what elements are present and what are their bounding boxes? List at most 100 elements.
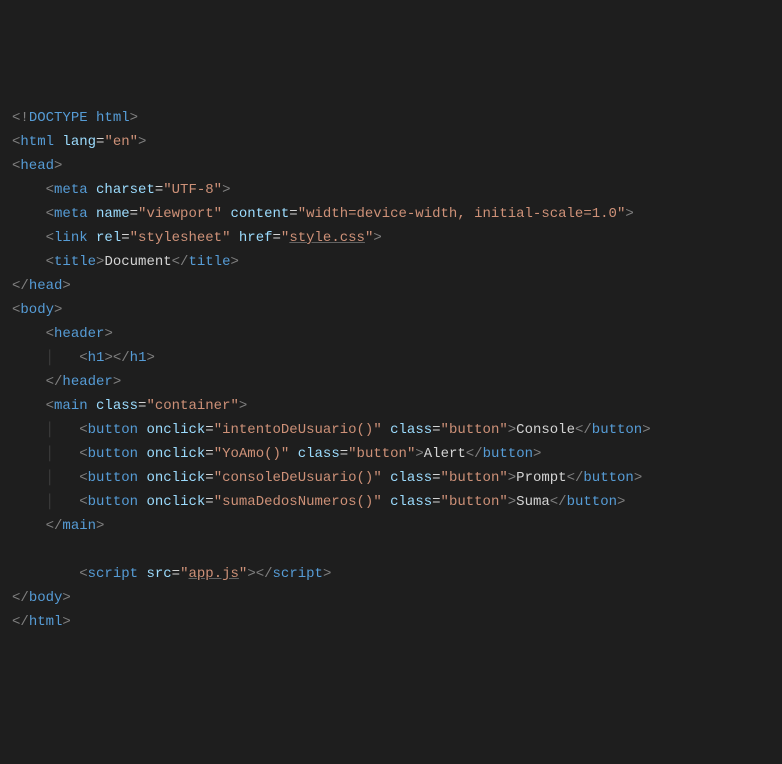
token: < xyxy=(46,182,54,198)
token: = xyxy=(205,494,213,510)
token: "container" xyxy=(146,398,238,414)
code-line[interactable]: <body> xyxy=(12,298,770,322)
token: name xyxy=(96,206,130,222)
code-line[interactable]: │ <button onclick="sumaDedosNumeros()" c… xyxy=(12,490,770,514)
token: onclick xyxy=(146,494,205,510)
code-line[interactable]: │ <button onclick="intentoDeUsuario()" c… xyxy=(12,418,770,442)
token: Prompt xyxy=(516,470,566,486)
token xyxy=(88,206,96,222)
token: header xyxy=(62,374,112,390)
token: body xyxy=(20,302,54,318)
token: "stylesheet" xyxy=(130,230,231,246)
code-line[interactable]: </html> xyxy=(12,610,770,634)
token: = xyxy=(432,470,440,486)
token: > xyxy=(323,566,331,582)
token: </ xyxy=(46,374,63,390)
token: class xyxy=(390,422,432,438)
token: head xyxy=(29,278,63,294)
code-line[interactable]: <title>Document</title> xyxy=(12,250,770,274)
token xyxy=(12,542,20,558)
token: = xyxy=(155,182,163,198)
token: "consoleDeUsuario()" xyxy=(214,470,382,486)
code-line[interactable]: </body> xyxy=(12,586,770,610)
token: content xyxy=(230,206,289,222)
token: onclick xyxy=(146,446,205,462)
code-line[interactable]: <link rel="stylesheet" href="style.css"> xyxy=(12,226,770,250)
token xyxy=(382,494,390,510)
token xyxy=(88,230,96,246)
token: </ xyxy=(567,470,584,486)
token: > xyxy=(642,422,650,438)
token: main xyxy=(62,518,96,534)
token: > xyxy=(54,158,62,174)
token: "button" xyxy=(441,470,508,486)
token: app.js xyxy=(188,566,238,582)
code-line[interactable]: <!DOCTYPE html> xyxy=(12,106,770,130)
code-line[interactable]: </main> xyxy=(12,514,770,538)
token: button xyxy=(88,446,138,462)
token: onclick xyxy=(146,470,205,486)
token: meta xyxy=(54,206,88,222)
token: meta xyxy=(54,182,88,198)
token: "button" xyxy=(348,446,415,462)
code-line[interactable] xyxy=(12,538,770,562)
code-line[interactable]: <html lang="en"> xyxy=(12,130,770,154)
token: > xyxy=(146,350,154,366)
token: head xyxy=(20,158,54,174)
token: = xyxy=(130,206,138,222)
token: = xyxy=(340,446,348,462)
token: > xyxy=(130,110,138,126)
token: "en" xyxy=(104,134,138,150)
token: > xyxy=(104,326,112,342)
token: ></ xyxy=(247,566,272,582)
code-line[interactable]: <script src="app.js"></script> xyxy=(12,562,770,586)
token: href xyxy=(239,230,273,246)
token xyxy=(382,470,390,486)
token: button xyxy=(88,494,138,510)
token: = xyxy=(172,566,180,582)
code-line[interactable]: │ <button onclick="YoAmo()" class="butto… xyxy=(12,442,770,466)
token: < xyxy=(46,206,54,222)
token: </ xyxy=(46,518,63,534)
token: main xyxy=(54,398,88,414)
token: "width=device-width, initial-scale=1.0" xyxy=(298,206,626,222)
code-line[interactable]: <header> xyxy=(12,322,770,346)
token: </ xyxy=(12,590,29,606)
token: = xyxy=(273,230,281,246)
token: <! xyxy=(12,110,29,126)
token: < xyxy=(79,470,87,486)
code-line[interactable]: │ <button onclick="consoleDeUsuario()" c… xyxy=(12,466,770,490)
code-line[interactable]: <main class="container"> xyxy=(12,394,770,418)
token: > xyxy=(508,494,516,510)
token: > xyxy=(62,278,70,294)
code-line[interactable]: </head> xyxy=(12,274,770,298)
token: < xyxy=(46,326,54,342)
token: = xyxy=(121,230,129,246)
token: > xyxy=(138,134,146,150)
token: Console xyxy=(516,422,575,438)
token: script xyxy=(273,566,323,582)
code-line[interactable]: │ <h1></h1> xyxy=(12,346,770,370)
token: script xyxy=(88,566,138,582)
code-line[interactable]: <meta charset="UTF-8"> xyxy=(12,178,770,202)
token: > xyxy=(373,230,381,246)
token: < xyxy=(46,230,54,246)
token: > xyxy=(415,446,423,462)
token: title xyxy=(188,254,230,270)
token: Alert xyxy=(424,446,466,462)
token: "intentoDeUsuario()" xyxy=(214,422,382,438)
token: charset xyxy=(96,182,155,198)
token: > xyxy=(239,398,247,414)
token: </ xyxy=(575,422,592,438)
token: > xyxy=(222,182,230,198)
token: </ xyxy=(12,614,29,630)
code-line[interactable]: <head> xyxy=(12,154,770,178)
code-line[interactable]: </header> xyxy=(12,370,770,394)
token: "YoAmo()" xyxy=(214,446,290,462)
token: rel xyxy=(96,230,121,246)
token: style.css xyxy=(289,230,365,246)
code-line[interactable]: <meta name="viewport" content="width=dev… xyxy=(12,202,770,226)
code-editor[interactable]: <!DOCTYPE html><html lang="en"><head> <m… xyxy=(12,106,770,634)
token: src xyxy=(146,566,171,582)
token: < xyxy=(46,254,54,270)
